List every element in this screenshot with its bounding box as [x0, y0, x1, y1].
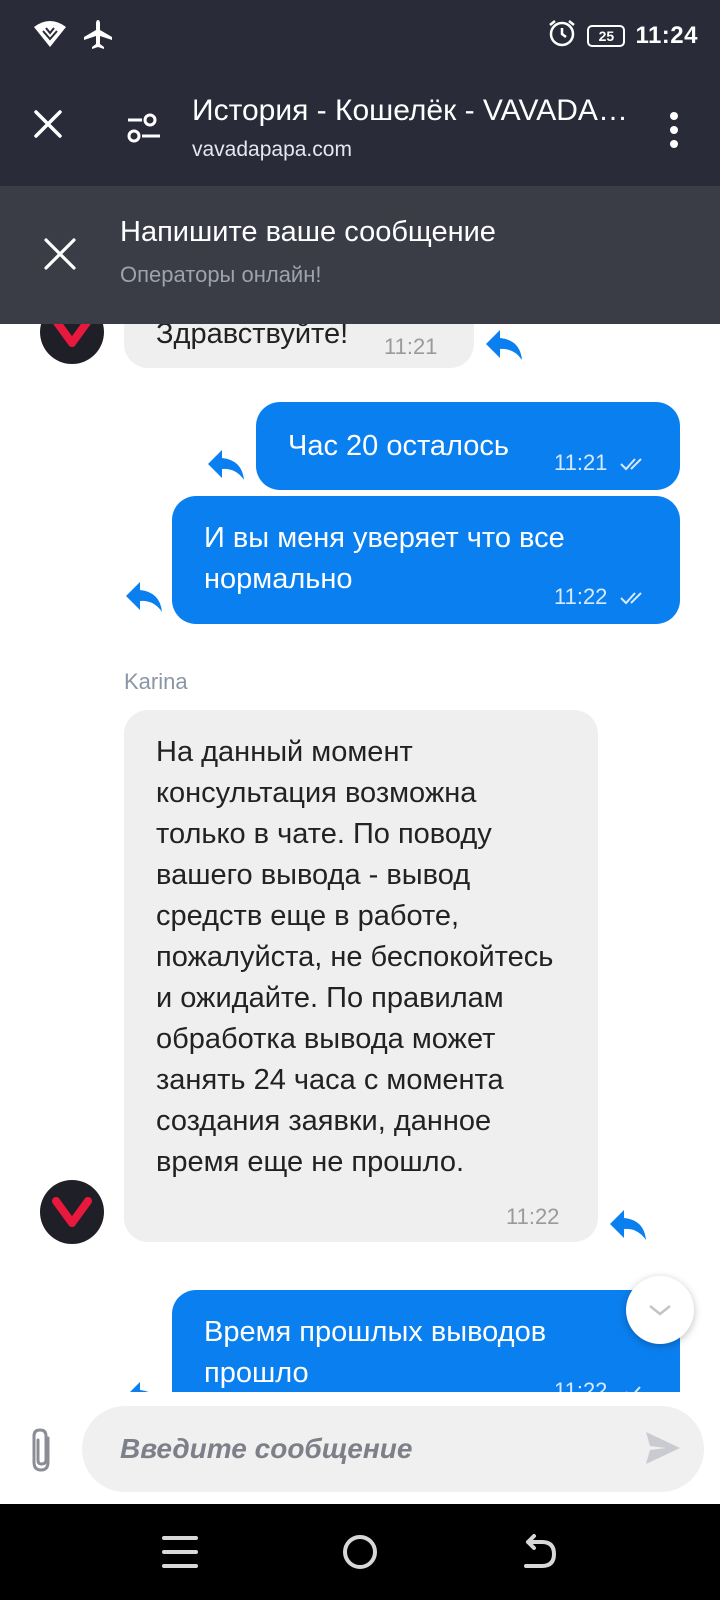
attach-icon[interactable] [26, 1426, 58, 1474]
close-tab-icon[interactable] [28, 104, 68, 144]
message-bubble-outgoing[interactable]: Час 20 осталось 11:21 [256, 402, 680, 490]
message-input[interactable] [82, 1406, 704, 1492]
reply-icon[interactable] [124, 1380, 164, 1392]
message-bubble-incoming[interactable]: Здравствуйте! 11:21 [124, 324, 474, 368]
vavada-logo-icon [53, 324, 91, 347]
clock: 11:24 [635, 21, 698, 49]
vavada-logo-icon [52, 1197, 92, 1227]
message-bubble-outgoing[interactable]: И вы меня уверяет что все нормально 11:2… [172, 496, 680, 624]
message-text: Здравствуйте! [156, 324, 349, 350]
message-time: 11:21 [384, 334, 438, 359]
double-check-icon [619, 458, 642, 471]
sender-name: Karina [124, 669, 188, 694]
message-bubble-outgoing[interactable]: Время прошлых выводов прошло 11:22 [172, 1290, 680, 1392]
back-icon[interactable] [518, 1532, 562, 1572]
send-icon[interactable] [644, 1430, 682, 1466]
page-url[interactable]: vavadapapa.com [192, 138, 352, 162]
browser-toolbar: История - Кошелёк - VAVADAPAPA vavadapap… [0, 72, 720, 186]
reply-icon[interactable] [206, 448, 246, 482]
chat-title: Напишите ваше сообщение [120, 216, 496, 248]
operator-avatar [40, 324, 104, 364]
close-chat-icon[interactable] [40, 234, 80, 274]
message-time: 11:22 [554, 1378, 608, 1392]
page-title: История - Кошелёк - VAVADAPAPA [192, 94, 632, 127]
reply-icon[interactable] [484, 328, 524, 362]
reply-icon[interactable] [124, 580, 164, 614]
status-bar: 25 11:24 [0, 0, 720, 72]
airplane-icon [82, 18, 114, 55]
more-menu-icon[interactable] [660, 108, 688, 152]
check-icon [625, 1386, 641, 1392]
chevron-down-icon [649, 1305, 671, 1316]
double-check-icon [619, 592, 642, 605]
message-text: На данный момент консультация возможна т… [156, 736, 554, 1178]
wifi-icon [32, 19, 68, 54]
scroll-down-button[interactable] [626, 1276, 694, 1344]
chat-header: Напишите ваше сообщение Операторы онлайн… [0, 186, 720, 324]
message-composer [0, 1392, 720, 1504]
site-settings-icon[interactable] [124, 110, 164, 146]
message-time: 11:21 [554, 450, 608, 475]
message-bubble-incoming[interactable]: На данный момент консультация возможна т… [124, 710, 598, 1242]
system-nav-bar [0, 1504, 720, 1600]
reply-icon[interactable] [608, 1208, 648, 1242]
message-text: Час 20 осталось [288, 430, 510, 462]
operator-avatar [40, 1180, 104, 1244]
chat-subtitle: Операторы онлайн! [120, 262, 322, 287]
home-icon[interactable] [338, 1532, 382, 1572]
alarm-icon [547, 18, 577, 53]
message-time: 11:22 [506, 1204, 560, 1229]
chat-messages[interactable]: Здравствуйте! 11:21 Час 20 осталось 11:2… [0, 324, 720, 1392]
message-time: 11:22 [554, 584, 608, 609]
recent-apps-icon[interactable] [158, 1532, 202, 1572]
battery-icon: 25 [587, 24, 626, 47]
